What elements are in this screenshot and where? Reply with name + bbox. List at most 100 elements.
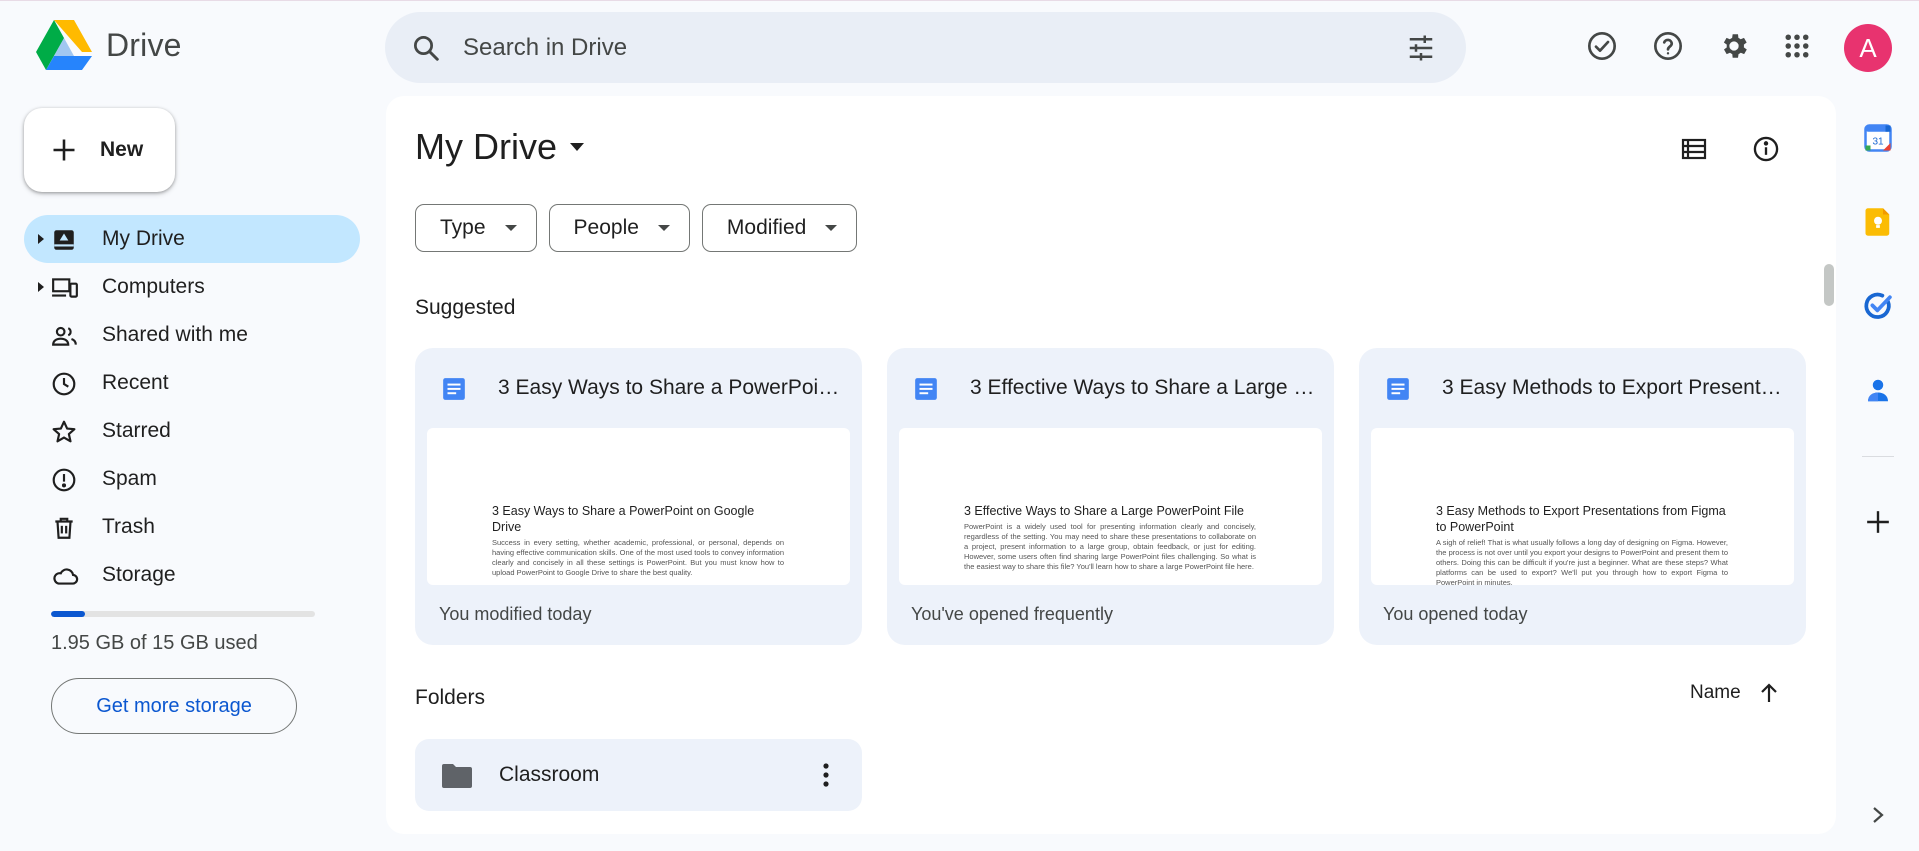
preview-text: PowerPoint is a widely used tool for pre… [964,522,1256,571]
folders-heading: Folders [415,686,486,709]
chevron-right-icon[interactable] [1862,799,1894,831]
star-icon [51,419,77,445]
suggested-file-card[interactable]: 3 Easy Ways to Share a PowerPoint on Goo… [415,348,862,645]
sidebar-item-label: Starred [102,419,171,442]
google-docs-icon [441,376,467,402]
file-preview[interactable]: 3 Easy Methods to Export Presentations f… [1371,428,1794,585]
calendar-icon[interactable]: 31 [1862,122,1894,154]
get-more-storage-button[interactable]: Get more storage [51,678,297,734]
sidebar-item-starred[interactable]: Starred [24,407,360,455]
sidebar-item-label: Computers [102,275,205,298]
chevron-down-icon [824,224,838,232]
search-options-icon[interactable] [1406,33,1436,63]
file-title: 3 Effective Ways to Share a Large PowerP… [970,376,1315,399]
page-title-dropdown[interactable]: My Drive [415,126,585,168]
chevron-down-icon [657,224,671,232]
google-docs-icon [913,376,939,402]
search-icon[interactable] [411,33,441,63]
page-title: My Drive [415,126,557,167]
file-preview[interactable]: 3 Easy Ways to Share a PowerPoint on Goo… [427,428,850,585]
sidebar-item-shared-with-me[interactable]: Shared with me [24,311,360,359]
search-input[interactable] [463,33,1343,62]
sidebar-nav: My Drive Computers Shared with me Recent… [24,215,360,599]
sidebar-item-label: Shared with me [102,323,248,346]
my-drive-icon [51,227,77,253]
sort-by-name-button[interactable]: Name [1690,682,1779,704]
sidebar-item-my-drive[interactable]: My Drive [24,215,360,263]
main-content: My Drive Type People Modified Suggested … [386,96,1836,834]
preview-heading: 3 Easy Methods to Export Presentations f… [1436,504,1726,534]
sidebar-item-label: Storage [102,563,176,586]
keep-icon[interactable] [1862,206,1894,238]
spam-icon [51,467,77,493]
expand-caret-icon[interactable] [37,281,45,293]
details-info-icon[interactable] [1751,134,1781,164]
storage-usage-text: 1.95 GB of 15 GB used [51,632,258,654]
new-button[interactable]: New [24,108,175,192]
plus-icon [50,136,78,164]
filter-people-chip[interactable]: People [548,204,690,252]
offline-ready-icon[interactable] [1584,28,1620,64]
filter-chip-label: Modified [726,216,807,239]
add-on-plus-icon[interactable] [1862,506,1894,538]
trash-icon [51,515,77,541]
file-title: 3 Easy Methods to Export Presentations f… [1442,376,1787,399]
preview-text: A sigh of relief! That is what usually f… [1436,538,1728,585]
top-border [0,0,1919,1]
google-docs-icon [1385,376,1411,402]
sort-label: Name [1690,682,1741,703]
chevron-down-icon [504,224,518,232]
sidebar-item-computers[interactable]: Computers [24,263,360,311]
sidebar-item-label: Trash [102,515,155,538]
list-view-icon[interactable] [1679,134,1709,164]
app-name: Drive [106,26,182,63]
apps-grid-icon[interactable] [1779,28,1815,64]
sidebar-item-label: Spam [102,467,157,490]
rail-divider [1862,456,1894,457]
help-icon[interactable] [1650,28,1686,64]
filter-type-chip[interactable]: Type [415,204,537,252]
suggested-heading: Suggested [415,296,516,319]
cloud-icon [51,563,79,589]
filter-chip-label: People [573,216,639,239]
drive-logo[interactable]: Drive [36,20,182,70]
svg-text:31: 31 [1872,136,1884,147]
suggested-file-card[interactable]: 3 Easy Methods to Export Presentations f… [1359,348,1806,645]
account-avatar[interactable]: A [1844,24,1892,72]
suggested-file-card[interactable]: 3 Effective Ways to Share a Large PowerP… [887,348,1334,645]
sidebar-item-label: Recent [102,371,169,394]
file-activity: You've opened frequently [911,604,1113,624]
preview-heading: 3 Easy Ways to Share a PowerPoint on Goo… [492,504,755,534]
sidebar-item-spam[interactable]: Spam [24,455,360,503]
settings-icon[interactable] [1716,28,1752,64]
shared-icon [51,323,77,349]
sidebar-item-trash[interactable]: Trash [24,503,360,551]
folder-name: Classroom [499,763,600,786]
clock-icon [51,371,77,397]
folder-item[interactable]: Classroom [415,739,862,811]
filter-modified-chip[interactable]: Modified [701,204,858,252]
arrow-up-icon[interactable] [1759,682,1779,704]
drive-logo-icon [36,20,92,70]
storage-usage-bar [51,611,315,617]
folder-icon [441,763,473,789]
file-preview[interactable]: 3 Effective Ways to Share a Large PowerP… [899,428,1322,585]
search-bar[interactable] [385,12,1466,83]
filter-chip-label: Type [440,216,486,239]
expand-caret-icon[interactable] [37,233,45,245]
new-button-label: New [100,138,144,161]
scrollbar-thumb[interactable] [1824,264,1834,306]
computers-icon [51,275,78,301]
contacts-icon[interactable] [1862,374,1894,406]
storage-usage-fill [51,611,86,617]
filter-chips: Type People Modified [415,204,869,252]
sidebar-item-label: My Drive [102,227,185,250]
sidebar-item-recent[interactable]: Recent [24,359,360,407]
tasks-icon[interactable] [1862,290,1894,322]
file-activity: You opened today [1383,604,1528,624]
file-activity: You modified today [439,604,592,624]
more-actions-icon[interactable] [822,762,830,788]
preview-text: Success in every setting, whether academ… [492,538,784,577]
chevron-down-icon [569,142,585,152]
sidebar-item-storage[interactable]: Storage [24,551,360,599]
